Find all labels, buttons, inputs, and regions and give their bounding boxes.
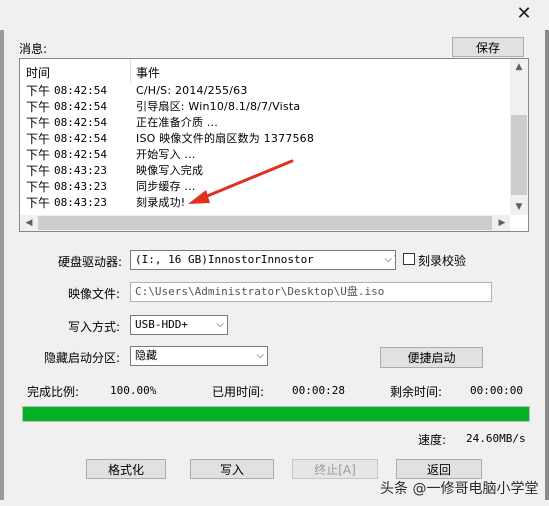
save-button[interactable]: 保存	[452, 37, 524, 57]
column-header-event[interactable]: 事件	[136, 64, 160, 81]
log-ampm: 下午	[26, 116, 51, 130]
log-ampm: 下午	[26, 164, 51, 178]
annotation-arrow	[188, 159, 294, 204]
log-ampm: 下午	[26, 84, 51, 98]
drive-select[interactable]: (I:, 16 GB)InnostorInnostor 1.00 ⌵	[130, 250, 396, 270]
write-mode-select[interactable]: USB-HDD+ ⌵	[130, 315, 228, 335]
scroll-up-icon[interactable]: ▲	[511, 59, 527, 75]
chevron-down-icon: ⌵	[256, 350, 264, 361]
log-message: 正在准备介质 ...	[136, 116, 218, 129]
log-ampm: 下午	[26, 100, 51, 114]
verify-label: 刻录校验	[418, 254, 467, 268]
log-time: 08:42:54	[54, 116, 107, 129]
quick-boot-button[interactable]: 便捷启动	[380, 347, 483, 368]
horizontal-scroll-thumb[interactable]	[38, 216, 492, 230]
log-time: 08:42:54	[54, 148, 107, 161]
chevron-down-icon: ⌵	[384, 254, 392, 265]
hidden-partition-select[interactable]: 隐藏 ⌵	[130, 346, 268, 366]
write-button[interactable]: 写入	[190, 459, 274, 479]
vertical-scroll-thumb[interactable]	[511, 115, 527, 195]
log-header: 时间 事件	[20, 59, 510, 83]
log-ampm: 下午	[26, 132, 51, 146]
log-row[interactable]: 下午 08:42:54 引导扇区: Win10/8.1/8/7/Vista	[20, 99, 510, 115]
remaining-label: 剩余时间:	[390, 385, 443, 399]
scroll-left-icon[interactable]: ◀	[21, 215, 37, 231]
log-time: 08:43:23	[54, 196, 107, 209]
abort-button: 终止[A]	[292, 459, 378, 479]
scroll-right-icon[interactable]: ▶	[494, 215, 510, 231]
watermark: 头条 @一修哥电脑小学堂	[380, 481, 539, 497]
log-ampm: 下午	[26, 148, 51, 162]
log-message: ISO 映像文件的扇区数为 1377568	[136, 132, 315, 145]
log-message: 刻录成功!	[136, 196, 186, 209]
progress-value: 100.00%	[110, 384, 157, 397]
scroll-down-icon[interactable]: ▼	[511, 199, 527, 215]
progress-fill	[23, 407, 529, 421]
log-time: 08:43:23	[54, 164, 107, 177]
write-mode-label: 写入方式:	[68, 320, 121, 334]
elapsed-value: 00:00:28	[292, 384, 345, 397]
log-row[interactable]: 下午 08:42:54 ISO 映像文件的扇区数为 1377568	[20, 131, 510, 147]
image-file-label: 映像文件:	[68, 287, 121, 301]
left-edge	[0, 30, 4, 500]
log-time: 08:42:54	[54, 84, 107, 97]
log-message: C/H/S: 2014/255/63	[136, 84, 248, 97]
progress-label: 完成比例:	[27, 385, 80, 399]
remaining-value: 00:00:00	[470, 384, 523, 397]
log-time: 08:42:54	[54, 100, 107, 113]
speed-label: 速度:	[418, 433, 447, 447]
log-time: 08:42:54	[54, 132, 107, 145]
column-header-time[interactable]: 时间	[26, 64, 50, 81]
log-time: 08:43:23	[54, 180, 107, 193]
elapsed-label: 已用时间:	[212, 385, 265, 399]
hidden-partition-label: 隐藏启动分区:	[44, 351, 121, 365]
chevron-down-icon: ⌵	[216, 319, 224, 330]
right-edge	[545, 30, 549, 500]
log-ampm: 下午	[26, 180, 51, 194]
log-row[interactable]: 下午 08:42:54 正在准备介质 ...	[20, 115, 510, 131]
image-file-field[interactable]: C:\Users\Administrator\Desktop\U盘.iso	[130, 282, 492, 302]
messages-label: 消息:	[19, 42, 48, 56]
log-horizontal-scrollbar[interactable]: ◀ ▶	[20, 215, 510, 231]
format-button[interactable]: 格式化	[86, 459, 166, 479]
progress-bar	[22, 406, 530, 422]
back-button[interactable]: 返回	[396, 459, 482, 479]
column-divider	[130, 59, 131, 83]
drive-label: 硬盘驱动器:	[58, 255, 123, 269]
close-icon[interactable]: ✕	[512, 2, 536, 24]
verify-checkbox[interactable]	[403, 253, 415, 265]
log-ampm: 下午	[26, 196, 51, 210]
log-vertical-scrollbar[interactable]: ▲ ▼	[510, 59, 528, 215]
speed-value: 24.60MB/s	[466, 432, 526, 445]
log-row[interactable]: 下午 08:42:54 C/H/S: 2014/255/63	[20, 83, 510, 99]
log-message: 引导扇区: Win10/8.1/8/7/Vista	[136, 100, 301, 113]
